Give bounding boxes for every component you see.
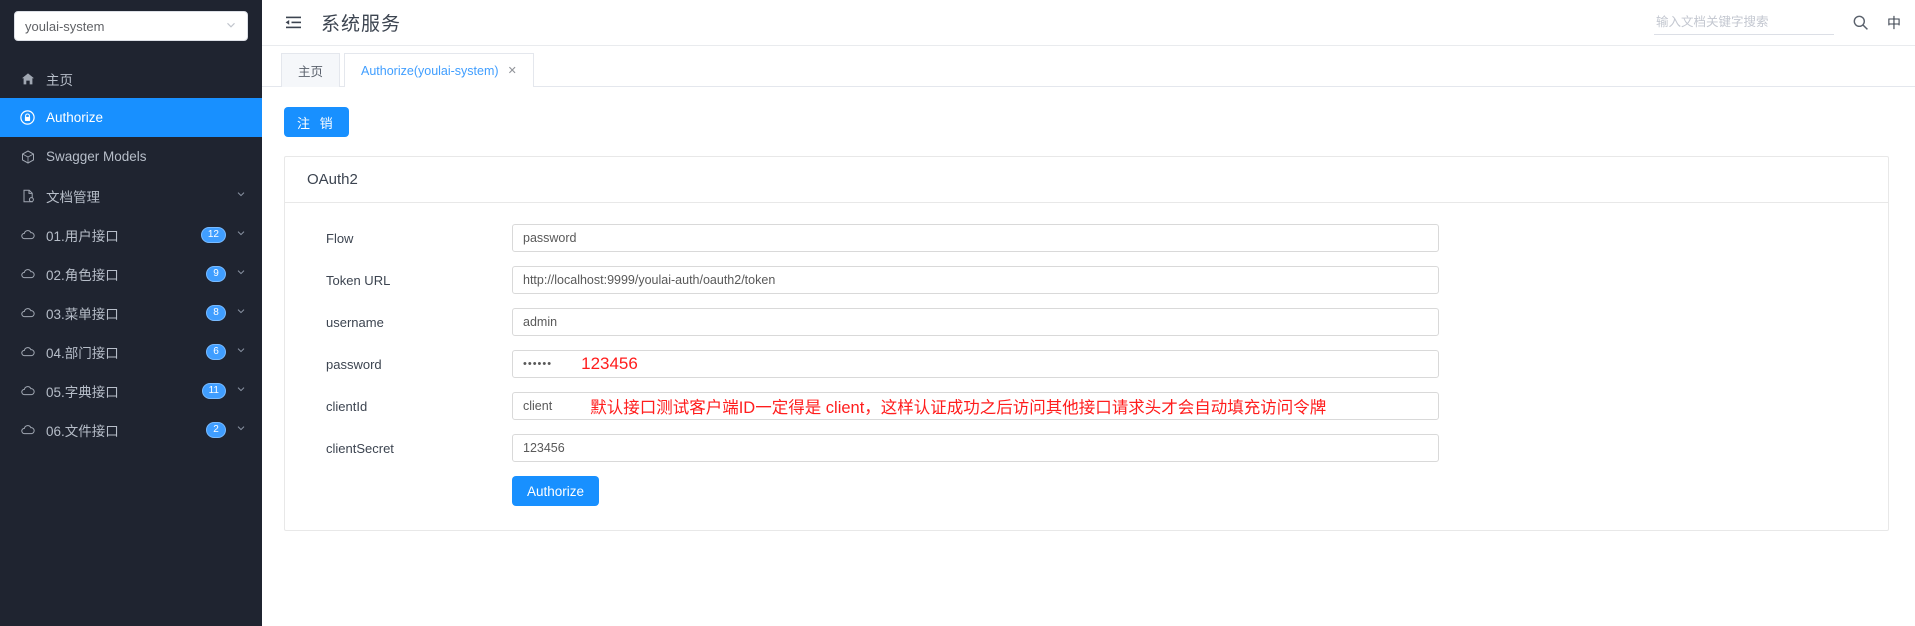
token-url-input[interactable]: http://localhost:9999/youlai-auth/oauth2… — [512, 266, 1439, 294]
sidebar-item-dict-api[interactable]: 05.字典接口 11 — [0, 371, 262, 410]
sidebar-item-badge: 11 — [201, 382, 226, 399]
home-icon — [18, 72, 37, 86]
field-value: admin — [523, 315, 558, 329]
close-icon[interactable]: ✕ — [508, 64, 517, 77]
chevron-down-icon — [236, 228, 246, 241]
sidebar-item-badge: 9 — [206, 265, 226, 282]
cloud-icon — [18, 424, 37, 436]
clientid-input[interactable]: client 默认接口测试客户端ID一定得是 client，这样认证成功之后访问… — [512, 392, 1439, 420]
sidebar-item-label: 主页 — [46, 72, 73, 88]
form-row-flow: Flow password — [307, 224, 1866, 252]
chevron-down-icon — [236, 345, 246, 358]
form-row-clientid: clientId client 默认接口测试客户端ID一定得是 client，这… — [307, 392, 1866, 420]
tab-label: Authorize(youlai-system) — [361, 63, 499, 78]
form-row-token-url: Token URL http://localhost:9999/youlai-a… — [307, 266, 1866, 294]
cloud-icon — [18, 346, 37, 358]
service-select-value: youlai-system — [25, 18, 105, 34]
field-label: password — [326, 356, 382, 372]
chevron-down-icon — [236, 423, 246, 436]
sidebar-item-badge: 6 — [206, 343, 226, 360]
chevron-down-icon — [236, 306, 246, 319]
form-spacer — [307, 476, 512, 506]
oauth2-card: OAuth2 Flow password Token URL http://lo… — [284, 156, 1889, 531]
sidebar-item-label: 05.字典接口 — [46, 384, 119, 400]
cloud-icon — [18, 385, 37, 397]
clientid-annotation: 默认接口测试客户端ID一定得是 client，这样认证成功之后访问其他接口请求头… — [590, 399, 1327, 417]
chevron-down-icon — [236, 189, 246, 202]
sidebar-item-badge: 8 — [206, 304, 226, 321]
sidebar-item-badge: 2 — [206, 421, 226, 438]
sidebar-item-dept-api[interactable]: 04.部门接口 6 — [0, 332, 262, 371]
password-annotation: 123456 — [581, 354, 638, 373]
field-label: clientSecret — [326, 440, 394, 456]
sidebar-item-label: 文档管理 — [46, 189, 100, 205]
language-toggle[interactable]: 中 — [1887, 13, 1901, 33]
field-value-masked: •••••• — [523, 358, 553, 370]
cube-icon — [18, 149, 37, 164]
field-label: username — [326, 314, 384, 330]
sidebar-item-label: 06.文件接口 — [46, 423, 119, 439]
cloud-icon — [18, 268, 37, 280]
authorize-button[interactable]: Authorize — [512, 476, 600, 506]
chevron-down-icon — [225, 19, 237, 34]
sidebar-item-home[interactable]: 主页 — [0, 59, 262, 98]
sidebar-menu: 主页 Authorize Swagger Models 文档管理 01.用户接口… — [0, 59, 262, 449]
field-value: 123456 — [523, 441, 565, 455]
app-root: youlai-system 主页 Authorize Swagger Model… — [0, 0, 1915, 626]
topbar-right: 中 — [1654, 10, 1901, 35]
content-area: 注 销 OAuth2 Flow password Token URL http:… — [262, 87, 1915, 626]
lock-icon — [18, 110, 37, 125]
tab-authorize[interactable]: Authorize(youlai-system) ✕ — [344, 53, 534, 87]
main-area: 系统服务 中 主页 Authorize(youlai-system) ✕ 注 — [262, 0, 1915, 626]
cloud-icon — [18, 229, 37, 241]
sidebar-item-label: Authorize — [46, 110, 104, 125]
field-value: client — [523, 399, 553, 413]
document-icon — [18, 189, 37, 203]
sidebar-item-role-api[interactable]: 02.角色接口 9 — [0, 254, 262, 293]
search-input[interactable] — [1654, 10, 1834, 35]
tab-home[interactable]: 主页 — [281, 53, 341, 87]
sidebar-item-user-api[interactable]: 01.用户接口 12 — [0, 215, 262, 254]
logout-button[interactable]: 注 销 — [284, 107, 349, 137]
username-input[interactable]: admin — [512, 308, 1439, 336]
sidebar-item-label: 01.用户接口 — [46, 228, 119, 244]
sidebar-item-label: 03.菜单接口 — [46, 306, 119, 322]
tab-label: 主页 — [298, 65, 324, 79]
page-title: 系统服务 — [321, 14, 402, 35]
topbar: 系统服务 中 — [262, 0, 1915, 46]
sidebar-item-label: Swagger Models — [46, 149, 147, 164]
field-label: Flow — [326, 230, 354, 246]
sidebar-item-label: 02.角色接口 — [46, 267, 119, 283]
sidebar: youlai-system 主页 Authorize Swagger Model… — [0, 0, 262, 626]
field-label: Token URL — [326, 272, 391, 288]
chevron-down-icon — [236, 384, 246, 397]
form-row-submit: Authorize — [307, 476, 1866, 506]
sidebar-item-label: 04.部门接口 — [46, 345, 119, 361]
sidebar-item-menu-api[interactable]: 03.菜单接口 8 — [0, 293, 262, 332]
sidebar-item-document-management[interactable]: 文档管理 — [0, 176, 262, 215]
chevron-down-icon — [236, 267, 246, 280]
service-select[interactable]: youlai-system — [14, 11, 248, 41]
cloud-icon — [18, 307, 37, 319]
sidebar-item-swagger-models[interactable]: Swagger Models — [0, 137, 262, 176]
sidebar-item-authorize[interactable]: Authorize — [0, 98, 262, 137]
field-value: http://localhost:9999/youlai-auth/oauth2… — [523, 273, 776, 287]
password-input[interactable]: •••••• 123456 — [512, 350, 1439, 378]
form-row-username: username admin — [307, 308, 1866, 336]
field-label: clientId — [326, 398, 368, 414]
menu-fold-icon[interactable] — [284, 13, 303, 32]
search-icon[interactable] — [1852, 14, 1869, 31]
sidebar-item-badge: 12 — [200, 226, 226, 243]
search-wrapper — [1654, 10, 1834, 35]
form-row-password: password •••••• 123456 — [307, 350, 1866, 378]
tabbar: 主页 Authorize(youlai-system) ✕ — [262, 46, 1915, 87]
form-row-clientsecret: clientSecret 123456 — [307, 434, 1866, 462]
sidebar-item-file-api[interactable]: 06.文件接口 2 — [0, 410, 262, 449]
flow-input[interactable]: password — [512, 224, 1439, 252]
clientsecret-input[interactable]: 123456 — [512, 434, 1439, 462]
card-title: OAuth2 — [285, 157, 1888, 203]
field-value: password — [523, 231, 577, 245]
card-body: Flow password Token URL http://localhost… — [285, 203, 1888, 530]
